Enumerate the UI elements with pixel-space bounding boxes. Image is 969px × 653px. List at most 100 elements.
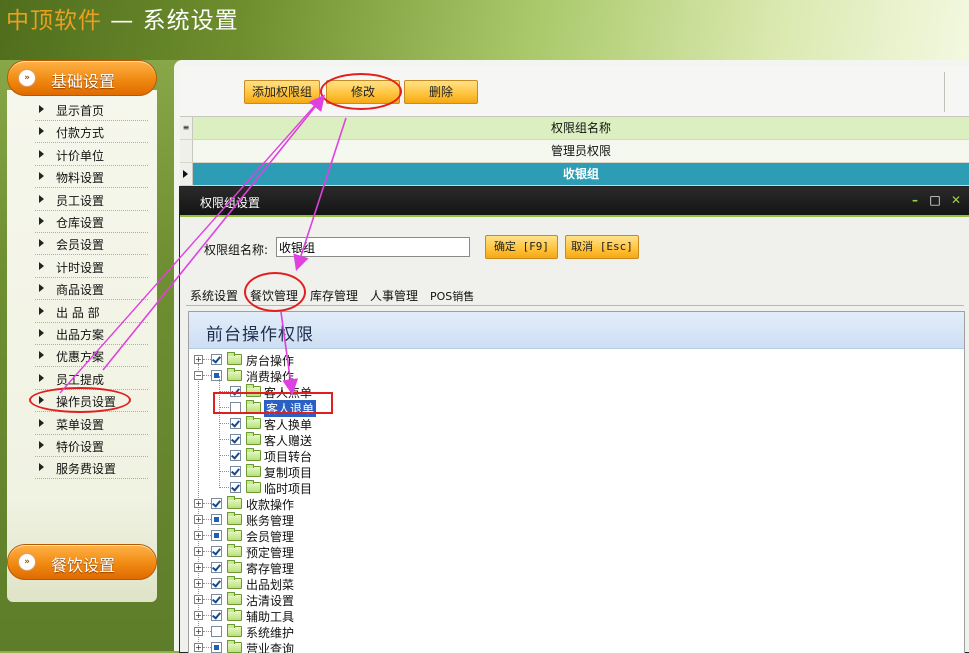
sidebar-item[interactable]: 显示首页 xyxy=(35,100,148,121)
expand-icon[interactable]: + xyxy=(194,531,203,540)
expand-icon[interactable]: + xyxy=(194,579,203,588)
tree-node[interactable]: + 寄存管理 xyxy=(189,560,949,576)
page-title: — 系统设置 xyxy=(102,8,239,34)
sidebar-item[interactable]: 特价设置 xyxy=(35,436,148,457)
tree-node[interactable]: + 收款操作 xyxy=(189,496,949,512)
expand-icon[interactable]: + xyxy=(194,627,203,636)
category-label: 餐饮设置 xyxy=(51,556,116,575)
cancel-button[interactable]: 取消 [Esc] xyxy=(565,235,639,259)
permission-checkbox[interactable] xyxy=(230,482,241,493)
permission-checkbox[interactable] xyxy=(211,546,222,557)
sidebar-item[interactable]: 物料设置 xyxy=(35,167,148,189)
sidebar-item-label: 员工设置 xyxy=(56,193,105,208)
sidebar-item[interactable]: 会员设置 xyxy=(35,234,148,256)
sidebar-item[interactable]: 员工提成 xyxy=(35,369,148,390)
expand-icon[interactable]: + xyxy=(194,595,203,604)
tree-node[interactable]: 客人赠送 xyxy=(189,432,949,448)
separator xyxy=(35,209,148,211)
tree-node[interactable]: + 出品划菜 xyxy=(189,576,949,592)
sidebar-item[interactable]: 仓库设置 xyxy=(35,212,148,233)
tree-node[interactable]: 客人换单 xyxy=(189,416,949,432)
ok-button[interactable]: 确定 [F9] xyxy=(485,235,558,259)
permission-checkbox[interactable] xyxy=(211,610,222,621)
tree-node[interactable]: + 会员管理 xyxy=(189,528,949,544)
sidebar-item[interactable]: 付款方式 xyxy=(35,122,148,144)
tree-node[interactable]: + 营业查询 xyxy=(189,640,949,653)
sidebar-item[interactable]: 优惠方案 xyxy=(35,346,148,368)
row-indicator xyxy=(180,140,193,162)
permission-checkbox[interactable] xyxy=(211,370,222,381)
dialog-titlebar[interactable]: 权限组设置 – □ ✕ xyxy=(180,187,969,215)
table-cell[interactable]: 管理员权限 xyxy=(193,140,969,162)
tree-node[interactable]: 项目转台 xyxy=(189,448,949,464)
table-row[interactable]: 管理员权限 xyxy=(180,140,969,163)
tree-connector xyxy=(219,487,229,488)
tab-inventory-management[interactable]: 库存管理 xyxy=(310,287,358,304)
permission-checkbox[interactable] xyxy=(230,418,241,429)
sidebar-item[interactable]: 计价单位 xyxy=(35,145,148,166)
sidebar-item[interactable]: 出 品 部 xyxy=(35,302,148,323)
sidebar-item-label: 商品设置 xyxy=(56,283,105,298)
expand-icon[interactable]: + xyxy=(194,547,203,556)
delete-button[interactable]: 删除 xyxy=(404,80,478,104)
permission-panel-header: 前台操作权限 xyxy=(189,312,964,349)
tree-node[interactable]: + 预定管理 xyxy=(189,544,949,560)
permission-checkbox[interactable] xyxy=(211,498,222,509)
group-name-input[interactable] xyxy=(276,237,470,257)
tab-system-settings[interactable]: 系统设置 xyxy=(190,287,238,304)
expand-icon[interactable]: + xyxy=(194,515,203,524)
tree-node[interactable]: + 系统维护 xyxy=(189,624,949,640)
collapse-icon[interactable]: − xyxy=(194,371,203,380)
category-catering-settings-button[interactable]: » 餐饮设置 xyxy=(7,544,157,580)
permission-checkbox[interactable] xyxy=(230,434,241,445)
permission-checkbox[interactable] xyxy=(211,562,222,573)
sidebar-item-label: 优惠方案 xyxy=(56,350,105,365)
permission-checkbox[interactable] xyxy=(211,530,222,541)
permission-checkbox[interactable] xyxy=(211,354,222,365)
permission-checkbox[interactable] xyxy=(211,594,222,605)
permission-checkbox[interactable] xyxy=(211,514,222,525)
permission-checkbox[interactable] xyxy=(230,450,241,461)
tree-node[interactable]: 临时项目 xyxy=(189,480,949,496)
maximize-icon[interactable]: □ xyxy=(927,191,943,209)
sidebar-item[interactable]: 菜单设置 xyxy=(35,414,148,435)
sidebar-item[interactable]: 服务费设置 xyxy=(35,458,148,480)
table-cell[interactable]: 收银组 xyxy=(193,163,969,185)
category-basic-settings-button[interactable]: » 基础设置 xyxy=(7,60,157,96)
tab-hr-management[interactable]: 人事管理 xyxy=(370,287,418,304)
expand-icon[interactable]: + xyxy=(194,499,203,508)
permission-checkbox[interactable] xyxy=(211,642,222,653)
arrow-right-icon xyxy=(39,463,44,472)
folder-icon xyxy=(227,528,242,541)
folder-icon xyxy=(227,368,242,381)
minimize-icon[interactable]: – xyxy=(907,191,923,209)
column-header-group-name[interactable]: 权限组名称 xyxy=(193,117,969,139)
table-row[interactable]: 收银组 xyxy=(180,163,969,186)
tree-node[interactable]: 复制项目 xyxy=(189,464,949,480)
tree-node[interactable]: + 账务管理 xyxy=(189,512,949,528)
tree-node[interactable]: + 辅助工具 xyxy=(189,608,949,624)
tab-pos-sales[interactable]: POS销售 xyxy=(430,288,474,304)
permission-checkbox[interactable] xyxy=(211,578,222,589)
sidebar-item[interactable]: 员工设置 xyxy=(35,190,148,211)
sidebar-item[interactable]: 计时设置 xyxy=(35,257,148,278)
column-chooser-icon[interactable]: ≡ xyxy=(180,117,193,139)
sidebar-item[interactable]: 商品设置 xyxy=(35,279,148,301)
close-icon[interactable]: ✕ xyxy=(948,191,964,209)
sidebar-item[interactable]: 出品方案 xyxy=(35,324,148,345)
folder-icon xyxy=(246,432,261,445)
expand-icon[interactable]: + xyxy=(194,563,203,572)
folder-icon xyxy=(227,544,242,557)
left-sidebar: » 基础设置 显示首页 付款方式 计价单位 物料设置员工设置仓库设置 会员设置 计时设置商… xyxy=(7,60,157,651)
arrow-right-icon xyxy=(39,373,44,382)
tree-connector xyxy=(203,583,211,584)
expand-icon[interactable]: + xyxy=(194,611,203,620)
add-group-button[interactable]: 添加权限组 xyxy=(244,80,320,104)
tree-node[interactable]: − 消费操作 xyxy=(189,368,949,384)
permission-checkbox[interactable] xyxy=(230,466,241,477)
expand-icon[interactable]: + xyxy=(194,355,203,364)
tree-node[interactable]: + 房台操作 xyxy=(189,352,949,368)
folder-icon xyxy=(227,560,242,573)
tree-node[interactable]: + 沽清设置 xyxy=(189,592,949,608)
permission-checkbox[interactable] xyxy=(211,626,222,637)
